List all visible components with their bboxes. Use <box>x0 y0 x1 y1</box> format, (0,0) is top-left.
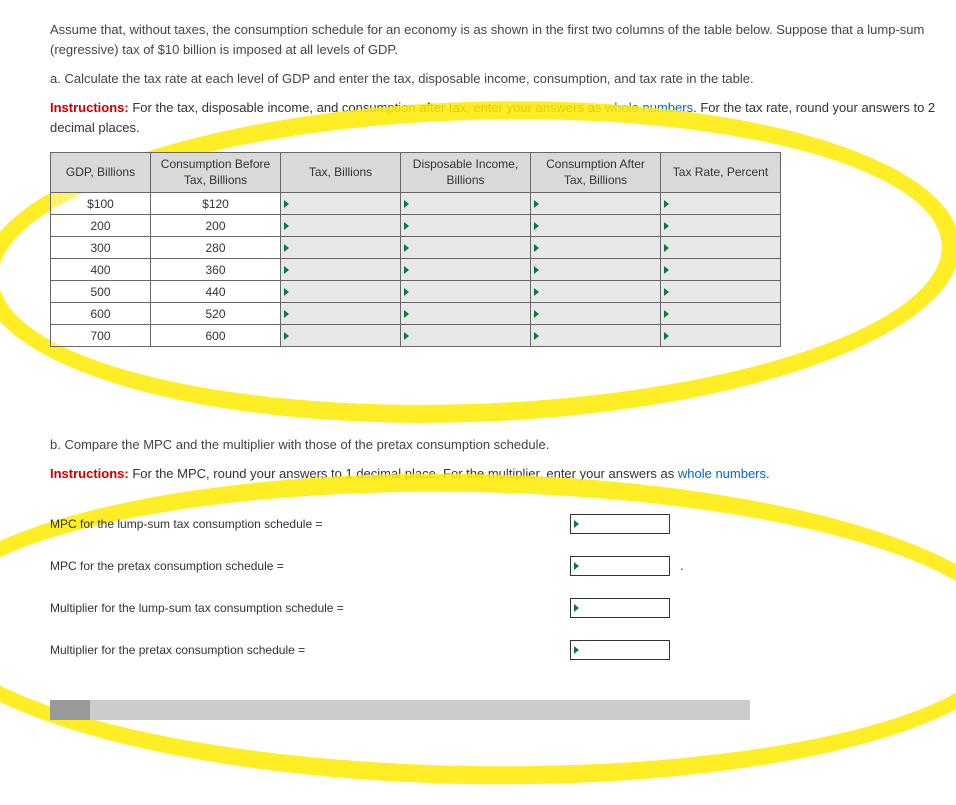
input-tax-rate[interactable] <box>661 303 781 325</box>
cell-gdp: 500 <box>51 281 151 303</box>
answer-row-mpc-lump: MPC for the lump-sum tax consumption sch… <box>50 514 956 534</box>
input-disposable[interactable] <box>401 215 531 237</box>
cell-cons-before: 280 <box>151 237 281 259</box>
bottom-bar <box>50 700 750 720</box>
input-tax[interactable] <box>281 237 401 259</box>
cell-cons-before: 360 <box>151 259 281 281</box>
cell-cons-before: 600 <box>151 325 281 347</box>
answer-label: Multiplier for the pretax consumption sc… <box>50 643 570 657</box>
input-disposable[interactable] <box>401 193 531 215</box>
cell-cons-before: 520 <box>151 303 281 325</box>
input-tax[interactable] <box>281 215 401 237</box>
table-row: 300 280 <box>51 237 781 259</box>
answer-rows: MPC for the lump-sum tax consumption sch… <box>50 514 956 660</box>
instructions-b-text-2: . <box>766 466 770 481</box>
cell-cons-before: 200 <box>151 215 281 237</box>
answer-row-mpc-pretax: MPC for the pretax consumption schedule … <box>50 556 956 576</box>
table-row: 200 200 <box>51 215 781 237</box>
table-row: 400 360 <box>51 259 781 281</box>
input-tax[interactable] <box>281 259 401 281</box>
input-cons-after[interactable] <box>531 259 661 281</box>
input-tax[interactable] <box>281 281 401 303</box>
table-section: GDP, Billions Consumption Before Tax, Bi… <box>50 152 956 347</box>
cell-gdp: 300 <box>51 237 151 259</box>
header-gdp: GDP, Billions <box>51 153 151 193</box>
header-tax: Tax, Billions <box>281 153 401 193</box>
input-disposable[interactable] <box>401 281 531 303</box>
answer-label: Multiplier for the lump-sum tax consumpt… <box>50 601 570 615</box>
input-tax-rate[interactable] <box>661 325 781 347</box>
header-tax-rate: Tax Rate, Percent <box>661 153 781 193</box>
cell-cons-before: 440 <box>151 281 281 303</box>
input-disposable[interactable] <box>401 259 531 281</box>
input-cons-after[interactable] <box>531 237 661 259</box>
input-tax-rate[interactable] <box>661 215 781 237</box>
input-mult-pretax[interactable] <box>570 640 670 660</box>
table-row: $100 $120 <box>51 193 781 215</box>
input-cons-after[interactable] <box>531 325 661 347</box>
input-mpc-lump[interactable] <box>570 514 670 534</box>
cell-gdp: $100 <box>51 193 151 215</box>
answer-row-mult-lump: Multiplier for the lump-sum tax consumpt… <box>50 598 956 618</box>
part-b-section: b. Compare the MPC and the multiplier wi… <box>50 437 956 720</box>
header-cons-after: Consumption After Tax, Billions <box>531 153 661 193</box>
input-cons-after[interactable] <box>531 303 661 325</box>
answer-label: MPC for the pretax consumption schedule … <box>50 559 570 573</box>
input-tax-rate[interactable] <box>661 281 781 303</box>
input-cons-after[interactable] <box>531 193 661 215</box>
input-tax[interactable] <box>281 193 401 215</box>
consumption-table: GDP, Billions Consumption Before Tax, Bi… <box>50 152 781 347</box>
cell-gdp: 700 <box>51 325 151 347</box>
input-tax-rate[interactable] <box>661 237 781 259</box>
part-a-question: a. Calculate the tax rate at each level … <box>50 71 956 86</box>
header-cons-before: Consumption Before Tax, Billions <box>151 153 281 193</box>
cell-gdp: 200 <box>51 215 151 237</box>
input-disposable[interactable] <box>401 303 531 325</box>
cell-cons-before: $120 <box>151 193 281 215</box>
input-tax[interactable] <box>281 303 401 325</box>
input-tax-rate[interactable] <box>661 193 781 215</box>
intro-paragraph: Assume that, without taxes, the consumpt… <box>50 20 956 59</box>
part-b-question: b. Compare the MPC and the multiplier wi… <box>50 437 956 452</box>
header-disposable: Disposable Income, Billions <box>401 153 531 193</box>
answer-row-mult-pretax: Multiplier for the pretax consumption sc… <box>50 640 956 660</box>
period-text: . <box>680 558 684 573</box>
input-disposable[interactable] <box>401 325 531 347</box>
input-mult-lump[interactable] <box>570 598 670 618</box>
table-row: 500 440 <box>51 281 781 303</box>
input-disposable[interactable] <box>401 237 531 259</box>
cell-gdp: 400 <box>51 259 151 281</box>
instructions-label: Instructions: <box>50 466 129 481</box>
input-mpc-pretax[interactable] <box>570 556 670 576</box>
input-cons-after[interactable] <box>531 215 661 237</box>
input-tax[interactable] <box>281 325 401 347</box>
input-tax-rate[interactable] <box>661 259 781 281</box>
cell-gdp: 600 <box>51 303 151 325</box>
table-row: 600 520 <box>51 303 781 325</box>
bottom-bar-segment <box>50 700 90 720</box>
whole-numbers-text: whole numbers <box>678 466 766 481</box>
table-row: 700 600 <box>51 325 781 347</box>
instructions-label: Instructions: <box>50 100 129 115</box>
input-cons-after[interactable] <box>531 281 661 303</box>
answer-label: MPC for the lump-sum tax consumption sch… <box>50 517 570 531</box>
